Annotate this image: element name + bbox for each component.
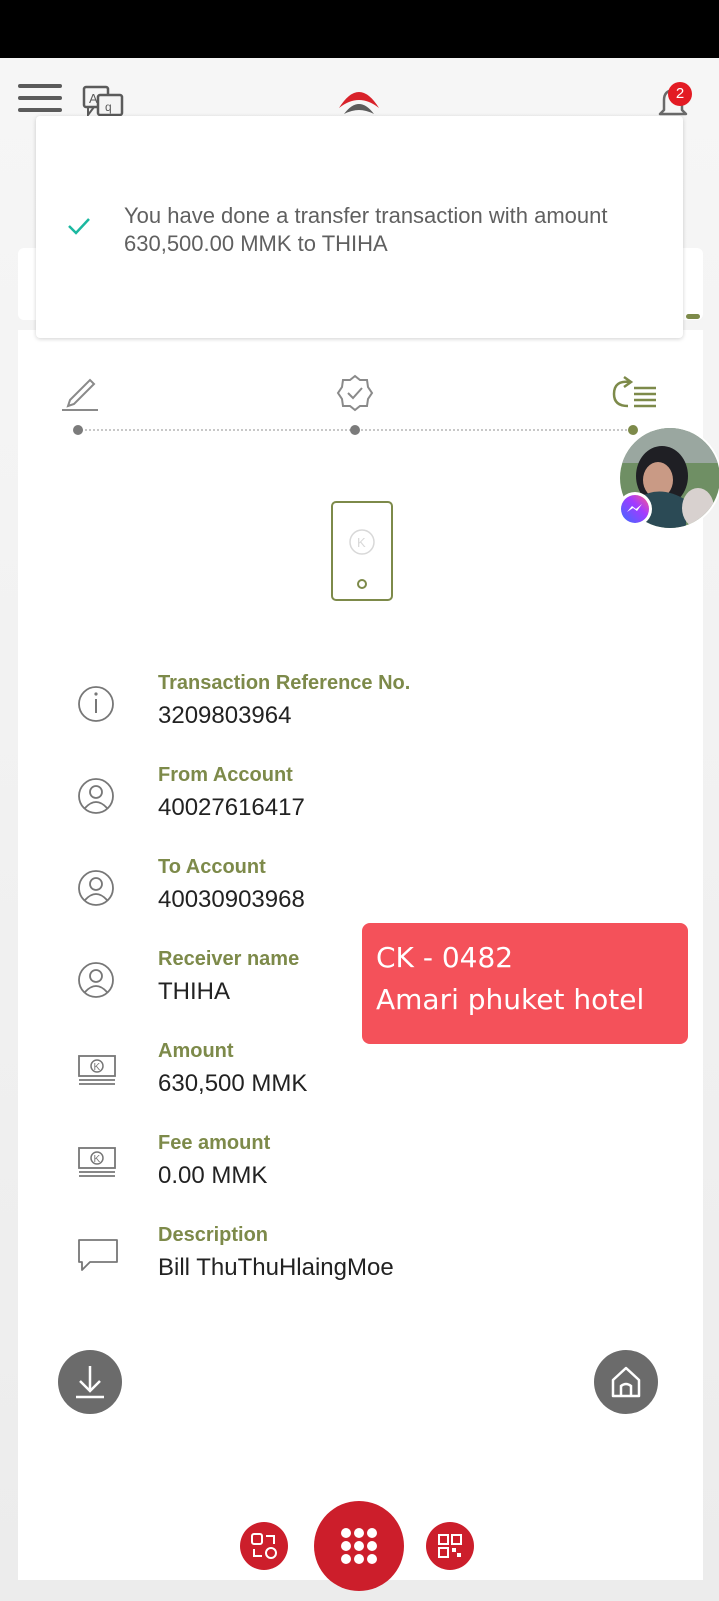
banknote-icon: K xyxy=(76,1140,120,1184)
bank-logo xyxy=(336,78,382,120)
messenger-icon xyxy=(618,492,652,526)
detail-row-from-account: From Account 40027616417 xyxy=(0,764,719,854)
toast-message: You have done a transfer transaction wit… xyxy=(124,203,608,256)
step-dot-1 xyxy=(73,425,83,435)
success-toast: You have done a transfer transaction wit… xyxy=(36,116,683,338)
home-button[interactable] xyxy=(594,1350,658,1414)
qr-code-icon xyxy=(438,1534,462,1558)
detail-label: Fee amount xyxy=(158,1132,271,1154)
detail-label: To Account xyxy=(158,856,266,878)
detail-row-amount: K Amount 630,500 MMK xyxy=(0,1040,719,1130)
exchange-icon xyxy=(251,1533,277,1559)
pencil-icon xyxy=(60,374,100,417)
step-dot-3 xyxy=(628,425,638,435)
detail-value: 0.00 MMK xyxy=(158,1162,268,1189)
banknote-icon: K xyxy=(76,1048,120,1092)
svg-text:K: K xyxy=(94,1154,101,1165)
sticker-line-2: Amari phuket hotel xyxy=(376,983,645,1016)
status-bar xyxy=(0,0,719,58)
detail-label: Receiver name xyxy=(158,948,300,970)
detail-value: 40027616417 xyxy=(158,794,305,821)
menu-icon[interactable] xyxy=(18,84,62,118)
detail-label: Description xyxy=(158,1224,269,1246)
svg-text:A: A xyxy=(89,91,98,106)
check-icon xyxy=(66,216,92,236)
detail-row-description: Description Bill ThuThuHlaingMoe xyxy=(0,1224,719,1314)
detail-value: 40030903968 xyxy=(158,886,305,913)
sticker-line-1: CK - 0482 xyxy=(376,941,514,974)
user-circle-icon xyxy=(76,774,120,818)
detail-label: From Account xyxy=(158,764,293,786)
verified-badge-icon xyxy=(336,374,374,417)
qr-shortcut-button[interactable] xyxy=(426,1522,474,1570)
transfer-shortcut-button[interactable] xyxy=(240,1522,288,1570)
svg-text:q: q xyxy=(105,100,112,114)
user-circle-icon xyxy=(76,866,120,910)
detail-row-reference: Transaction Reference No. 3209803964 xyxy=(0,672,719,762)
main-menu-button[interactable] xyxy=(314,1501,404,1591)
message-icon xyxy=(76,1234,120,1278)
progress-accent xyxy=(686,314,700,319)
user-circle-icon xyxy=(76,958,120,1002)
notification-badge: 2 xyxy=(668,82,692,106)
detail-row-fee-amount: K Fee amount 0.00 MMK xyxy=(0,1132,719,1222)
step-dot-2 xyxy=(350,425,360,435)
info-icon xyxy=(76,682,120,726)
download-button[interactable] xyxy=(58,1350,122,1414)
download-icon xyxy=(76,1366,104,1399)
svg-text:K: K xyxy=(94,1062,101,1073)
detail-value: THIHA xyxy=(158,978,230,1005)
grid-icon xyxy=(341,1528,377,1564)
note-sticker: CK - 0482 Amari phuket hotel xyxy=(362,923,688,1044)
phone-icon: K xyxy=(330,500,394,602)
detail-value: 3209803964 xyxy=(158,702,292,729)
translate-icon[interactable]: A q xyxy=(80,84,126,120)
transfer-list-icon xyxy=(608,374,658,417)
detail-value: Bill ThuThuHlaingMoe xyxy=(158,1254,394,1281)
detail-label: Amount xyxy=(158,1040,234,1062)
detail-label: Transaction Reference No. xyxy=(158,672,411,694)
svg-text:K: K xyxy=(357,535,366,550)
detail-value: 630,500 MMK xyxy=(158,1070,308,1097)
home-icon xyxy=(611,1366,641,1398)
